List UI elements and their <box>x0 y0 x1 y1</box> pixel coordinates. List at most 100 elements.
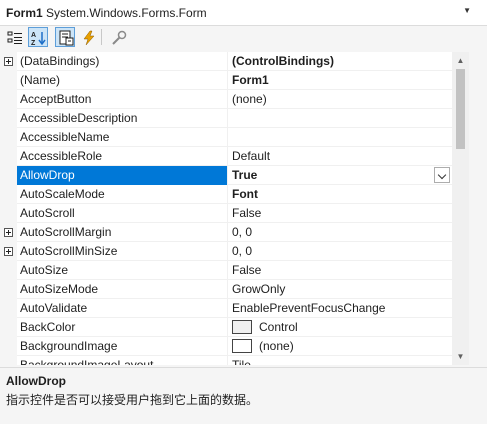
property-name[interactable]: AutoSizeMode <box>17 280 228 299</box>
properties-icon <box>59 30 74 46</box>
property-value-text: 0, 0 <box>232 244 253 258</box>
property-value[interactable]: 0, 0 <box>228 242 452 261</box>
property-row[interactable]: (Name) Form1 <box>0 71 452 90</box>
description-text: 指示控件是否可以接受用户拖到它上面的数据。 <box>6 393 259 407</box>
alphabetical-button[interactable]: A Z <box>28 27 48 47</box>
toolbar-separator <box>101 29 102 45</box>
property-name[interactable]: (DataBindings) <box>17 52 228 71</box>
chevron-down-icon[interactable]: ▼ <box>463 6 471 15</box>
row-gutter <box>0 337 17 356</box>
property-row[interactable]: BackgroundImageLayout Tile <box>0 356 452 365</box>
property-value[interactable]: Form1 <box>228 71 452 90</box>
property-row[interactable]: AcceptButton (none) <box>0 90 452 109</box>
property-value[interactable]: Default <box>228 147 452 166</box>
row-gutter <box>0 223 17 242</box>
property-pages-button[interactable] <box>108 27 128 47</box>
property-name[interactable]: AutoScrollMargin <box>17 223 228 242</box>
property-row[interactable]: BackgroundImage (none) <box>0 337 452 356</box>
property-value[interactable]: GrowOnly <box>228 280 452 299</box>
events-button[interactable] <box>78 27 98 47</box>
scroll-down-icon[interactable]: ▼ <box>452 348 469 365</box>
vertical-scrollbar[interactable]: ▲ ▼ <box>452 52 469 365</box>
scroll-thumb[interactable] <box>456 69 465 149</box>
property-value[interactable]: Font <box>228 185 452 204</box>
property-name[interactable]: AllowDrop <box>17 166 228 185</box>
row-gutter <box>0 71 17 90</box>
property-name[interactable]: (Name) <box>17 71 228 90</box>
property-value[interactable]: False <box>228 204 452 223</box>
property-value-text: 0, 0 <box>232 225 253 239</box>
scroll-up-icon[interactable]: ▲ <box>452 52 469 69</box>
description-title: AllowDrop <box>6 374 66 388</box>
row-gutter <box>0 204 17 223</box>
property-value[interactable] <box>228 128 452 147</box>
property-row[interactable]: (DataBindings) (ControlBindings) <box>0 52 452 71</box>
property-name[interactable]: AccessibleRole <box>17 147 228 166</box>
property-value-text: EnablePreventFocusChange <box>232 301 386 315</box>
property-name[interactable]: AcceptButton <box>17 90 228 109</box>
property-row[interactable]: AccessibleName <box>0 128 452 147</box>
property-row[interactable]: AutoScaleMode Font <box>0 185 452 204</box>
property-row[interactable]: AccessibleRole Default <box>0 147 452 166</box>
property-row[interactable]: AutoScrollMargin 0, 0 <box>0 223 452 242</box>
property-row[interactable]: AllowDrop True <box>0 166 452 185</box>
color-swatch <box>232 319 252 334</box>
property-value-text: (none) <box>232 92 267 106</box>
row-gutter <box>0 90 17 109</box>
alphabetical-icon: A Z <box>31 32 46 46</box>
properties-toolbar: A Z <box>0 26 487 50</box>
property-name[interactable]: AutoScroll <box>17 204 228 223</box>
property-value-text: Tile <box>232 358 251 365</box>
property-value-text: False <box>232 263 262 277</box>
property-row[interactable]: AccessibleDescription <box>0 109 452 128</box>
property-value[interactable]: (ControlBindings) <box>228 52 452 71</box>
properties-button[interactable] <box>55 27 75 47</box>
property-name[interactable]: BackgroundImage <box>17 337 228 356</box>
expand-icon[interactable] <box>4 57 13 66</box>
events-icon <box>83 30 95 46</box>
property-row[interactable]: AutoScroll False <box>0 204 452 223</box>
property-name[interactable]: AutoSize <box>17 261 228 280</box>
property-value-text: Font <box>232 187 258 201</box>
expand-icon[interactable] <box>4 247 13 256</box>
property-name[interactable]: AutoScaleMode <box>17 185 228 204</box>
categorized-icon <box>7 31 22 44</box>
property-value[interactable]: Tile <box>228 356 452 365</box>
row-gutter <box>0 280 17 299</box>
property-value[interactable]: 0, 0 <box>228 223 452 242</box>
property-value[interactable]: False <box>228 261 452 280</box>
property-value[interactable] <box>228 109 452 128</box>
property-name[interactable]: BackgroundImageLayout <box>17 356 228 365</box>
property-row[interactable]: AutoSizeMode GrowOnly <box>0 280 452 299</box>
svg-text:Z: Z <box>31 40 36 46</box>
property-value[interactable]: True <box>228 166 452 185</box>
property-value-text: Default <box>232 149 271 163</box>
property-row[interactable]: AutoValidate EnablePreventFocusChange <box>0 299 452 318</box>
property-value[interactable]: EnablePreventFocusChange <box>228 299 452 318</box>
categorized-button[interactable] <box>4 27 24 47</box>
row-gutter <box>0 185 17 204</box>
expand-icon[interactable] <box>4 228 13 237</box>
svg-text:A: A <box>31 32 36 39</box>
object-selector[interactable]: Form1 System.Windows.Forms.Form ▼ <box>0 0 487 26</box>
property-name[interactable]: AccessibleDescription <box>17 109 228 128</box>
property-pages-icon <box>112 30 127 45</box>
row-gutter <box>0 128 17 147</box>
property-name[interactable]: AutoValidate <box>17 299 228 318</box>
description-panel: AllowDrop 指示控件是否可以接受用户拖到它上面的数据。 <box>0 367 487 424</box>
dropdown-button[interactable] <box>434 167 450 183</box>
property-row[interactable]: AutoSize False <box>0 261 452 280</box>
property-row[interactable]: BackColor Control <box>0 318 452 337</box>
property-value[interactable]: (none) <box>228 90 452 109</box>
row-gutter <box>0 261 17 280</box>
property-value[interactable]: (none) <box>228 337 452 356</box>
property-name[interactable]: AutoScrollMinSize <box>17 242 228 261</box>
property-name[interactable]: AccessibleName <box>17 128 228 147</box>
property-value-text: Control <box>259 320 298 334</box>
property-row[interactable]: AutoScrollMinSize 0, 0 <box>0 242 452 261</box>
property-value[interactable]: Control <box>228 318 452 337</box>
property-name[interactable]: BackColor <box>17 318 228 337</box>
row-gutter <box>0 166 17 185</box>
property-value-text: (none) <box>259 339 294 353</box>
property-value-text: (ControlBindings) <box>232 54 334 68</box>
